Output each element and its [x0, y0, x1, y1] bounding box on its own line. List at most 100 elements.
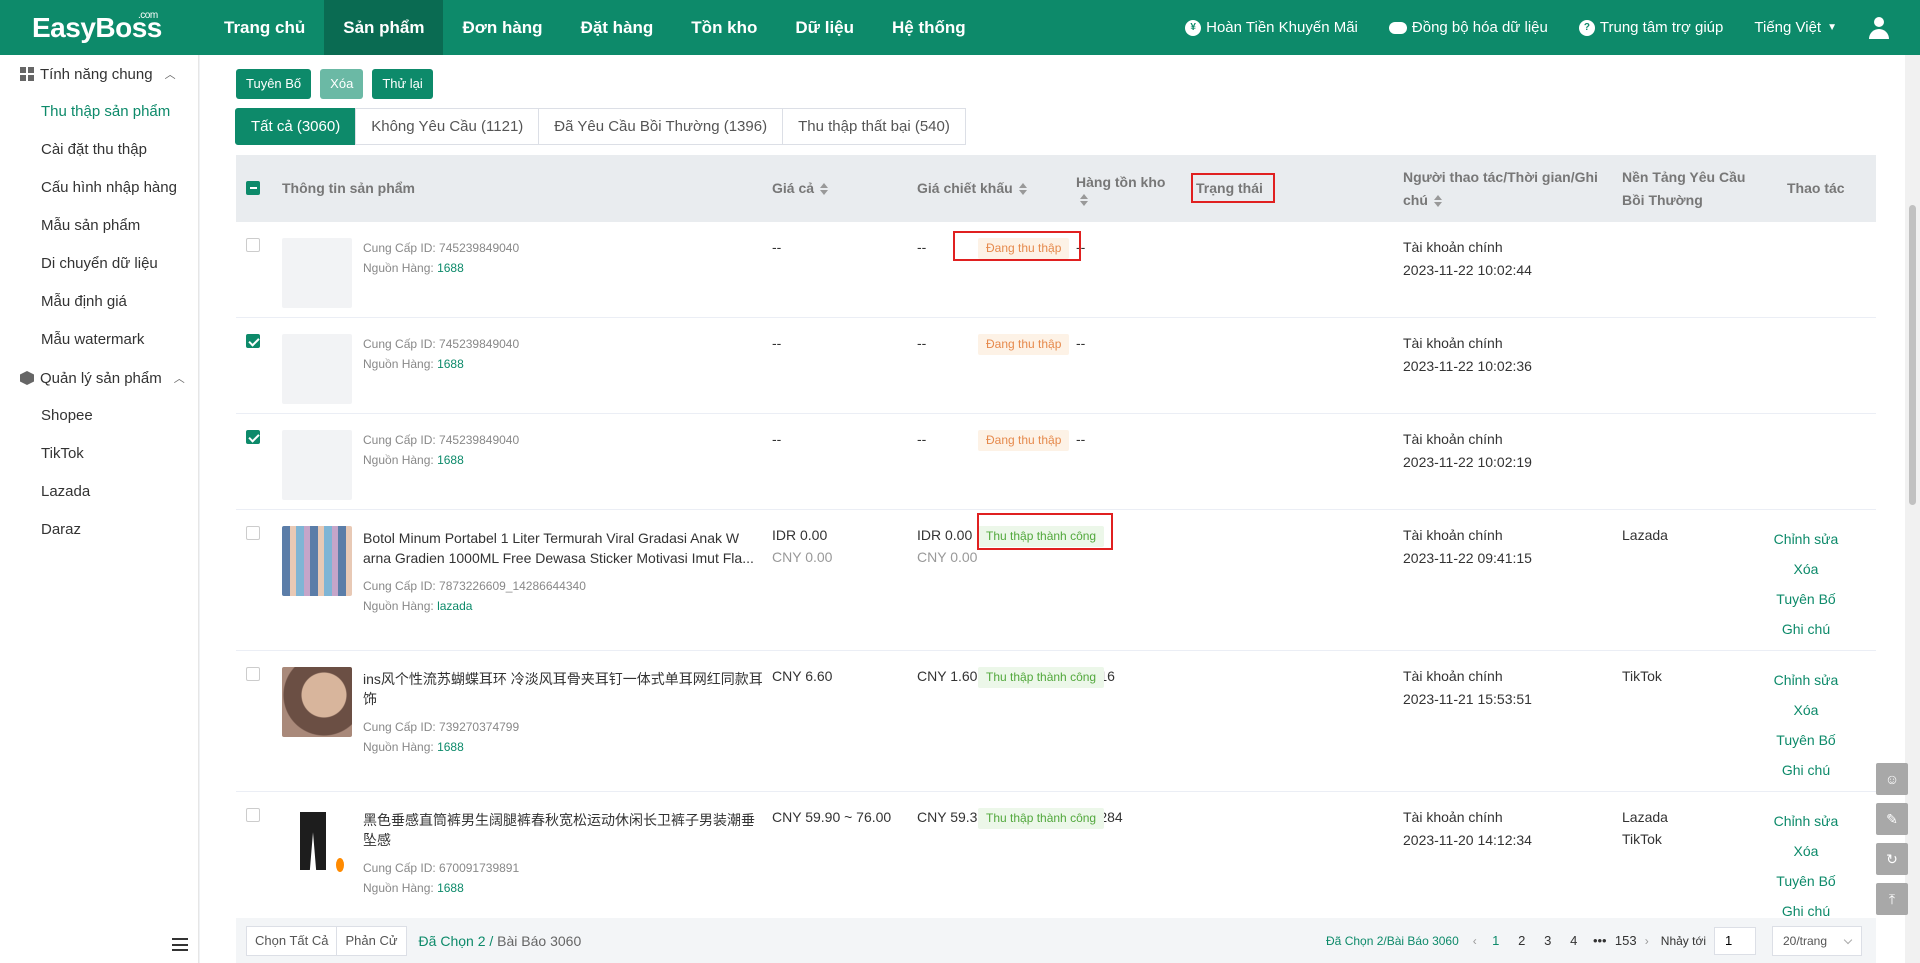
source-link[interactable]: 1688 — [437, 740, 464, 754]
product-image[interactable] — [282, 808, 352, 878]
supply-id-value: 7873226609_14286644340 — [439, 579, 586, 593]
page-size-select[interactable]: 20/trang — [1772, 925, 1862, 956]
sort-icon[interactable] — [1080, 194, 1088, 206]
tab-claimed[interactable]: Đã Yêu Cầu Bồi Thường (1396) — [538, 108, 784, 145]
note-link[interactable]: Ghi chú — [1766, 614, 1846, 644]
sidebar-item-daraz[interactable]: Daraz — [0, 511, 198, 549]
sidebar-item-data-migration[interactable]: Di chuyển dữ liệu — [0, 245, 198, 283]
goto-page-input[interactable] — [1714, 926, 1756, 955]
nav-data[interactable]: Dữ liệu — [776, 0, 873, 55]
publish-button[interactable]: Tuyên Bố — [236, 69, 312, 99]
refund-link[interactable]: ¥ Hoàn Tiền Khuyến Mãi — [1185, 19, 1358, 36]
product-image[interactable] — [282, 334, 352, 404]
next-page-icon[interactable]: › — [1639, 934, 1655, 948]
language-select[interactable]: Tiếng Việt ▼ — [1754, 19, 1837, 36]
product-image[interactable] — [282, 238, 352, 308]
nav-system[interactable]: Hệ thống — [873, 0, 985, 55]
row-checkbox[interactable] — [246, 808, 260, 822]
source-link[interactable]: 1688 — [437, 261, 464, 275]
customer-service-icon[interactable]: ☺ — [1876, 763, 1908, 795]
sidebar-item-lazada[interactable]: Lazada — [0, 473, 198, 511]
col-price[interactable]: Giá cả — [772, 155, 829, 222]
back-to-top-icon[interactable]: ⤒ — [1876, 883, 1908, 915]
note-link[interactable]: Ghi chú — [1766, 755, 1846, 785]
sidebar-item-product-template[interactable]: Mẫu sản phẩm — [0, 207, 198, 245]
select-all-button[interactable]: Chọn Tất Cả — [246, 925, 338, 956]
page-1[interactable]: 1 — [1483, 933, 1509, 948]
page-4[interactable]: 4 — [1561, 933, 1587, 948]
prev-page-icon[interactable]: ‹ — [1467, 934, 1483, 948]
sidebar-item-tiktok[interactable]: TikTok — [0, 435, 198, 473]
sidebar-item-watermark-template[interactable]: Mẫu watermark — [0, 321, 198, 359]
product-title[interactable]: 黑色垂感直筒裤男生阔腿裤春秋宽松运动休闲长卫裤子男装潮垂坠感 — [363, 810, 763, 850]
sort-icon[interactable] — [1018, 182, 1027, 195]
delete-button[interactable]: Xóa — [320, 69, 364, 99]
col-operator[interactable]: Người thao tác/Thời gian/Ghi chú — [1403, 155, 1603, 222]
sidebar-item-collect-products[interactable]: Thu thập sản phẩm — [0, 93, 198, 131]
publish-link[interactable]: Tuyên Bố — [1766, 584, 1846, 614]
highlight-box — [977, 513, 1113, 550]
sidebar-item-shopee[interactable]: Shopee — [0, 397, 198, 435]
nav-inventory[interactable]: Tồn kho — [672, 0, 776, 55]
edit-link[interactable]: Chỉnh sửa — [1766, 806, 1846, 836]
page-2[interactable]: 2 — [1509, 933, 1535, 948]
col-stock[interactable]: Hàng tồn kho — [1076, 155, 1176, 222]
select-all-checkbox[interactable] — [246, 181, 260, 195]
sidebar-item-collect-settings[interactable]: Cài đặt thu thập — [0, 131, 198, 169]
invert-selection-button[interactable]: Phản Cử — [336, 925, 407, 956]
pagination: Đã Chọn 2/Bài Báo 3060 ‹ 1 2 3 4 ••• 153… — [1326, 925, 1876, 956]
row-checkbox[interactable] — [246, 667, 260, 681]
scrollbar-thumb[interactable] — [1909, 205, 1916, 505]
table-row: Cung Cấp ID: 745239849040 Nguồn Hàng: 168… — [236, 318, 1876, 414]
feedback-icon[interactable]: ✎ — [1876, 803, 1908, 835]
sync-link[interactable]: Đồng bộ hóa dữ liệu — [1388, 19, 1548, 36]
menu-collapse-icon[interactable] — [172, 938, 188, 951]
retry-button[interactable]: Thử lại — [372, 69, 433, 99]
tab-all[interactable]: Tất cả (3060) — [235, 108, 357, 145]
edit-link[interactable]: Chỉnh sửa — [1766, 524, 1846, 554]
refresh-icon[interactable]: ↻ — [1876, 843, 1908, 875]
page-ellipsis[interactable]: ••• — [1587, 933, 1613, 948]
nav-orders[interactable]: Đơn hàng — [443, 0, 561, 55]
source-link[interactable]: 1688 — [437, 453, 464, 467]
product-title[interactable]: Botol Minum Portabel 1 Liter Termurah Vi… — [363, 528, 763, 568]
tab-failed[interactable]: Thu thập thất bại (540) — [782, 108, 966, 145]
page-last[interactable]: 153 — [1613, 933, 1639, 948]
nav-purchase[interactable]: Đặt hàng — [562, 0, 673, 55]
delete-link[interactable]: Xóa — [1766, 836, 1846, 866]
sidebar-item-pricing-template[interactable]: Mẫu định giá — [0, 283, 198, 321]
sidebar-group-product-management[interactable]: Quản lý sản phẩm ︿ — [0, 359, 198, 397]
source-link[interactable]: 1688 — [437, 357, 464, 371]
page-3[interactable]: 3 — [1535, 933, 1561, 948]
publish-link[interactable]: Tuyên Bố — [1766, 866, 1846, 896]
sort-icon[interactable] — [1433, 194, 1442, 207]
edit-link[interactable]: Chỉnh sửa — [1766, 665, 1846, 695]
product-image[interactable] — [282, 667, 352, 737]
logo[interactable]: EasyBoss .com — [0, 10, 205, 44]
product-title[interactable]: ins风个性流苏蝴蝶耳环 冷淡风耳骨夹耳钉一体式单耳网红同款耳饰 — [363, 669, 763, 709]
row-checkbox[interactable] — [246, 334, 260, 348]
discount-cell: -- — [917, 332, 926, 354]
source-link[interactable]: lazada — [437, 599, 472, 613]
nav-home[interactable]: Trang chủ — [205, 0, 324, 55]
product-image[interactable] — [282, 430, 352, 500]
col-discount[interactable]: Giá chiết khấu — [917, 155, 1027, 222]
sidebar-group-general[interactable]: Tính năng chung ︿ — [0, 55, 198, 93]
user-icon[interactable] — [1868, 16, 1890, 39]
publish-link[interactable]: Tuyên Bố — [1766, 725, 1846, 755]
price-value: -- — [772, 335, 782, 351]
delete-link[interactable]: Xóa — [1766, 695, 1846, 725]
row-checkbox[interactable] — [246, 430, 260, 444]
row-checkbox[interactable] — [246, 238, 260, 252]
help-link[interactable]: ? Trung tâm trợ giúp — [1578, 19, 1723, 36]
tab-no-request[interactable]: Không Yêu Cầu (1121) — [355, 108, 540, 145]
source-link[interactable]: 1688 — [437, 881, 464, 895]
sort-icon[interactable] — [820, 182, 829, 195]
row-checkbox[interactable] — [246, 526, 260, 540]
nav-products[interactable]: Sản phẩm — [324, 0, 444, 55]
product-image[interactable] — [282, 526, 352, 596]
operator-name: Tài khoản chính — [1403, 431, 1503, 447]
sidebar-item-import-config[interactable]: Cấu hình nhập hàng — [0, 169, 198, 207]
goto-label: Nhảy tới — [1660, 933, 1706, 948]
delete-link[interactable]: Xóa — [1766, 554, 1846, 584]
